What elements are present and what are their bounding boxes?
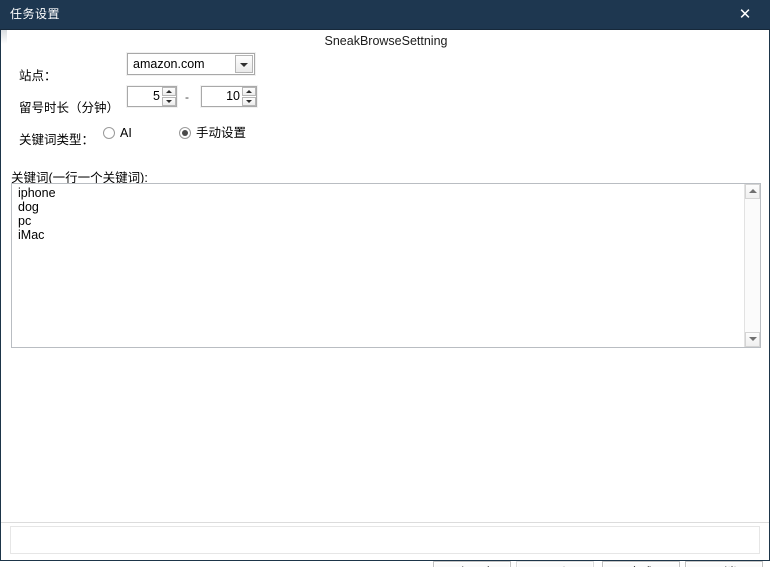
chevron-down-icon[interactable] xyxy=(235,55,253,73)
site-combobox-value: amazon.com xyxy=(133,57,205,71)
scroll-up-icon[interactable] xyxy=(745,184,760,199)
radio-label-manual: 手动设置 xyxy=(196,126,247,140)
duration-label: 留号时长（分钟） xyxy=(19,101,120,115)
triangle-down-shape xyxy=(166,100,172,103)
radio-circle-checked-icon xyxy=(179,127,191,139)
triangle-up-shape xyxy=(246,90,252,93)
duration-max-value: 10 xyxy=(226,89,240,103)
cancel-button[interactable]: 取消 xyxy=(685,561,763,567)
stepper-down-icon[interactable] xyxy=(162,97,176,106)
duration-max-stepper[interactable]: 10 xyxy=(201,86,257,107)
page-title: SneakBrowseSettning xyxy=(324,34,448,48)
stepper-up-icon[interactable] xyxy=(162,87,176,96)
site-combobox[interactable]: amazon.com xyxy=(127,53,255,75)
keywords-textarea[interactable]: iphone dog pc iMac xyxy=(11,183,761,348)
footer-panel xyxy=(10,526,760,554)
duration-min-stepper[interactable]: 5 xyxy=(127,86,177,107)
radio-label-ai: AI xyxy=(120,126,132,140)
window-titlebar: 任务设置 ✕ xyxy=(0,0,770,30)
window-client-area: SneakBrowseSettning 站点： amazon.com 留号时长（… xyxy=(0,30,770,567)
task-settings-window: 任务设置 ✕ SneakBrowseSettning 站点： amazon.co… xyxy=(0,0,770,567)
stepper-up-icon[interactable] xyxy=(242,87,256,96)
radio-keyword-type-manual[interactable]: 手动设置 xyxy=(179,126,246,140)
finish-button[interactable]: 完成 xyxy=(602,561,680,567)
stepper-down-icon[interactable] xyxy=(242,97,256,106)
duration-separator: - xyxy=(185,90,189,104)
next-step-button: 下一步> xyxy=(516,561,594,567)
radio-circle-icon xyxy=(103,127,115,139)
triangle-down-shape xyxy=(749,337,757,341)
duration-max-arrows xyxy=(242,87,256,106)
triangle-down-shape xyxy=(246,100,252,103)
window-title: 任务设置 xyxy=(10,7,61,21)
duration-min-value: 5 xyxy=(153,89,160,103)
radio-keyword-type-ai[interactable]: AI xyxy=(103,126,132,140)
caret-shape xyxy=(240,63,248,67)
duration-min-arrows xyxy=(162,87,176,106)
triangle-up-shape xyxy=(749,189,757,193)
triangle-up-shape xyxy=(166,90,172,93)
footer-bar xyxy=(1,522,769,560)
scroll-down-icon[interactable] xyxy=(745,332,760,347)
close-icon[interactable]: ✕ xyxy=(728,0,762,30)
previous-step-button[interactable]: <上一步 xyxy=(433,561,511,567)
keyword-type-label: 关键词类型： xyxy=(19,133,95,147)
site-label: 站点： xyxy=(19,69,57,83)
keywords-scrollbar[interactable] xyxy=(744,184,760,347)
keywords-textarea-value: iphone dog pc iMac xyxy=(18,186,56,242)
